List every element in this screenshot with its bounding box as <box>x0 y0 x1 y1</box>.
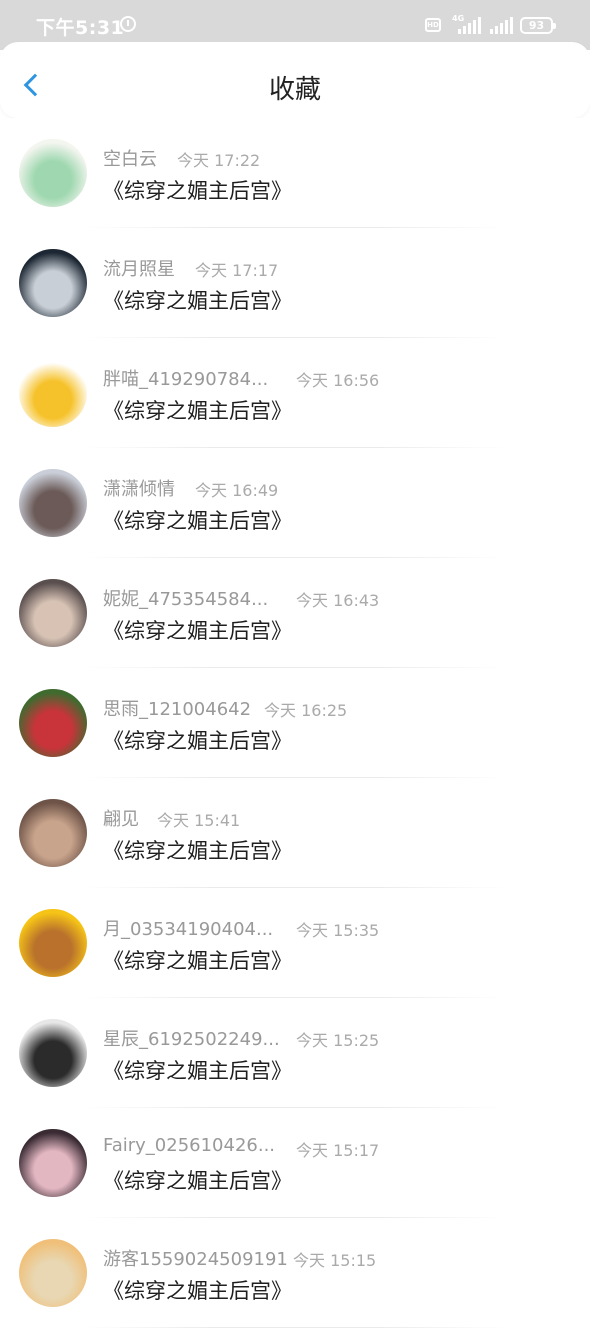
page-title: 收藏 <box>268 75 321 105</box>
book-title[interactable]: 《综穿之媚主后宫》 <box>103 285 292 315</box>
signal-icon-2 <box>490 16 518 34</box>
user-name: 空白云 <box>103 149 157 170</box>
book-title[interactable]: 《综穿之媚主后宫》 <box>103 615 292 645</box>
avatar[interactable] <box>19 689 87 757</box>
status-time: 下午5:31 <box>36 17 125 39</box>
avatar[interactable] <box>19 469 87 537</box>
hd-icon: HD <box>425 18 441 32</box>
book-title[interactable]: 《综穿之媚主后宫》 <box>103 395 292 425</box>
avatar[interactable] <box>19 359 87 427</box>
user-name: 翩见 <box>103 809 139 830</box>
avatar[interactable] <box>19 1239 87 1307</box>
list-item[interactable]: 星辰_6192502249... 今天 15:25 《综穿之媚主后宫》 <box>0 998 590 1108</box>
user-name: 月_03534190404... <box>103 919 274 940</box>
user-name: 胖喵_419290784... <box>103 369 269 390</box>
avatar[interactable] <box>19 579 87 647</box>
user-name: 游客1559024509191 <box>103 1249 288 1270</box>
list-item[interactable]: 胖喵_419290784... 今天 16:56 《综穿之媚主后宫》 <box>0 338 590 448</box>
signal-icon <box>458 16 486 34</box>
favorites-list: 空白云 今天 17:22 《综穿之媚主后宫》 流月照星 今天 17:17 《综穿之媚主后宫… <box>0 118 590 1328</box>
book-title[interactable]: 《综穿之媚主后宫》 <box>103 175 292 205</box>
book-title[interactable]: 《综穿之媚主后宫》 <box>103 1055 292 1085</box>
list-item[interactable]: 翩见 今天 15:41 《综穿之媚主后宫》 <box>0 778 590 888</box>
timestamp: 今天 16:56 <box>296 371 380 390</box>
avatar[interactable] <box>19 1129 87 1197</box>
list-item[interactable]: 游客1559024509191 今天 15:15 《综穿之媚主后宫》 <box>0 1218 590 1328</box>
timestamp: 今天 16:25 <box>264 701 348 720</box>
timestamp: 今天 15:15 <box>293 1251 377 1270</box>
avatar[interactable] <box>19 799 87 867</box>
avatar[interactable] <box>19 139 87 207</box>
book-title[interactable]: 《综穿之媚主后宫》 <box>103 945 292 975</box>
nav-bar: 收藏 <box>0 42 590 118</box>
book-title[interactable]: 《综穿之媚主后宫》 <box>103 725 292 755</box>
timestamp: 今天 15:25 <box>296 1031 380 1050</box>
avatar[interactable] <box>19 909 87 977</box>
user-name: Fairy_025610426... <box>103 1135 276 1156</box>
book-title[interactable]: 《综穿之媚主后宫》 <box>103 835 292 865</box>
avatar[interactable] <box>19 249 87 317</box>
avatar[interactable] <box>19 1019 87 1087</box>
timestamp: 今天 15:35 <box>296 921 380 940</box>
list-item[interactable]: 妮妮_475354584... 今天 16:43 《综穿之媚主后宫》 <box>0 558 590 668</box>
timestamp: 今天 15:17 <box>296 1141 380 1160</box>
battery-icon: 93 <box>520 17 556 34</box>
list-item[interactable]: Fairy_025610426... 今天 15:17 《综穿之媚主后宫》 <box>0 1108 590 1218</box>
book-title[interactable]: 《综穿之媚主后宫》 <box>103 1165 292 1195</box>
user-name: 星辰_6192502249... <box>103 1029 280 1050</box>
list-item[interactable]: 流月照星 今天 17:17 《综穿之媚主后宫》 <box>0 228 590 338</box>
timestamp: 今天 17:17 <box>195 261 279 280</box>
timestamp: 今天 15:41 <box>157 811 241 830</box>
timestamp: 今天 17:22 <box>177 151 261 170</box>
user-name: 潇潇倾情 <box>103 479 175 500</box>
alarm-icon <box>120 16 136 32</box>
list-item[interactable]: 潇潇倾情 今天 16:49 《综穿之媚主后宫》 <box>0 448 590 558</box>
user-name: 流月照星 <box>103 259 175 280</box>
timestamp: 今天 16:43 <box>296 591 380 610</box>
timestamp: 今天 16:49 <box>195 481 279 500</box>
list-item[interactable]: 思雨_121004642 今天 16:25 《综穿之媚主后宫》 <box>0 668 590 778</box>
user-name: 妮妮_475354584... <box>103 589 269 610</box>
list-item[interactable]: 月_03534190404... 今天 15:35 《综穿之媚主后宫》 <box>0 888 590 998</box>
list-item[interactable]: 空白云 今天 17:22 《综穿之媚主后宫》 <box>0 118 590 228</box>
user-name: 思雨_121004642 <box>103 699 252 720</box>
book-title[interactable]: 《综穿之媚主后宫》 <box>103 505 292 535</box>
